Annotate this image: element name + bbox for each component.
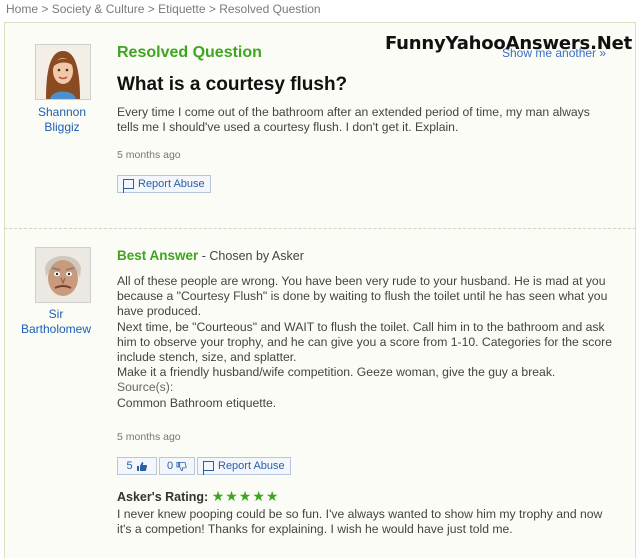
answerer-avatar-icon xyxy=(36,248,90,302)
source-text: Common Bathroom etiquette. xyxy=(117,395,277,410)
best-answer-label: Best Answer xyxy=(117,248,199,263)
breadcrumb-society-culture[interactable]: Society & Culture xyxy=(52,2,145,16)
report-abuse-label: Report Abuse xyxy=(138,178,205,190)
flag-icon xyxy=(203,461,214,475)
question-time: 5 months ago xyxy=(117,149,181,161)
flag-icon xyxy=(123,179,134,193)
answer-body: All of these people are wrong. You have … xyxy=(117,274,625,411)
answer-paragraph: Next time, be "Courteous" and WAIT to fl… xyxy=(117,319,612,365)
breadcrumb-separator: > xyxy=(147,2,155,16)
answer-paragraph: All of these people are wrong. You have … xyxy=(117,274,608,319)
chosen-by-label: - Chosen by Asker xyxy=(198,249,304,263)
breadcrumb-etiquette[interactable]: Etiquette xyxy=(158,2,205,16)
asker-name-line2: Bliggiz xyxy=(44,120,80,134)
rating-stars-icon: ★★★★★ xyxy=(211,488,280,504)
askers-rating-label: Asker's Rating: xyxy=(117,490,209,504)
breadcrumb: Home > Society & Culture > Etiquette > R… xyxy=(6,2,321,16)
breadcrumb-current: Resolved Question xyxy=(219,2,321,16)
breadcrumb-home[interactable]: Home xyxy=(6,2,38,16)
answerer-name-line1: Sir xyxy=(48,307,64,321)
resolved-question-label: Resolved Question xyxy=(117,44,262,61)
breadcrumb-separator: > xyxy=(41,2,49,16)
answer-time: 5 months ago xyxy=(117,431,181,443)
thumbs-down-count: 0 xyxy=(166,460,174,472)
askers-rating: Asker's Rating: ★★★★★ xyxy=(117,488,279,505)
asker-name-line1: Shannon xyxy=(37,105,87,119)
answerer-name[interactable]: Sir Bartholomew xyxy=(14,307,98,337)
report-abuse-button[interactable]: Report Abuse xyxy=(117,175,211,193)
answerer-avatar[interactable] xyxy=(35,247,91,303)
question-title: What is a courtesy flush? xyxy=(117,74,348,95)
answerer-name-line2: Bartholomew xyxy=(20,322,92,336)
asker-avatar-icon xyxy=(36,45,90,99)
sources-label: Source(s): xyxy=(117,380,174,395)
best-answer-heading: Best Answer - Chosen by Asker xyxy=(117,248,304,263)
asker-avatar[interactable] xyxy=(35,44,91,100)
rating-comment: I never knew pooping could be so fun. I'… xyxy=(117,507,603,537)
section-divider xyxy=(4,228,636,229)
breadcrumb-separator: > xyxy=(208,2,216,16)
thumbs-down-button[interactable]: 0 xyxy=(159,457,195,475)
thumbs-up-icon xyxy=(136,461,147,471)
question-body: Every time I come out of the bathroom af… xyxy=(117,105,590,135)
watermark: FunnyYahooAnswers.Net xyxy=(384,33,632,54)
asker-name[interactable]: Shannon Bliggiz xyxy=(25,105,99,135)
thumbs-down-icon xyxy=(176,461,187,471)
thumbs-up-count: 5 xyxy=(126,460,133,472)
report-abuse-label: Report Abuse xyxy=(218,460,285,472)
answer-report-abuse-button[interactable]: Report Abuse xyxy=(197,457,291,475)
thumbs-up-button[interactable]: 5 xyxy=(117,457,157,475)
answer-paragraph: Make it a friendly husband/wife competit… xyxy=(117,365,556,380)
